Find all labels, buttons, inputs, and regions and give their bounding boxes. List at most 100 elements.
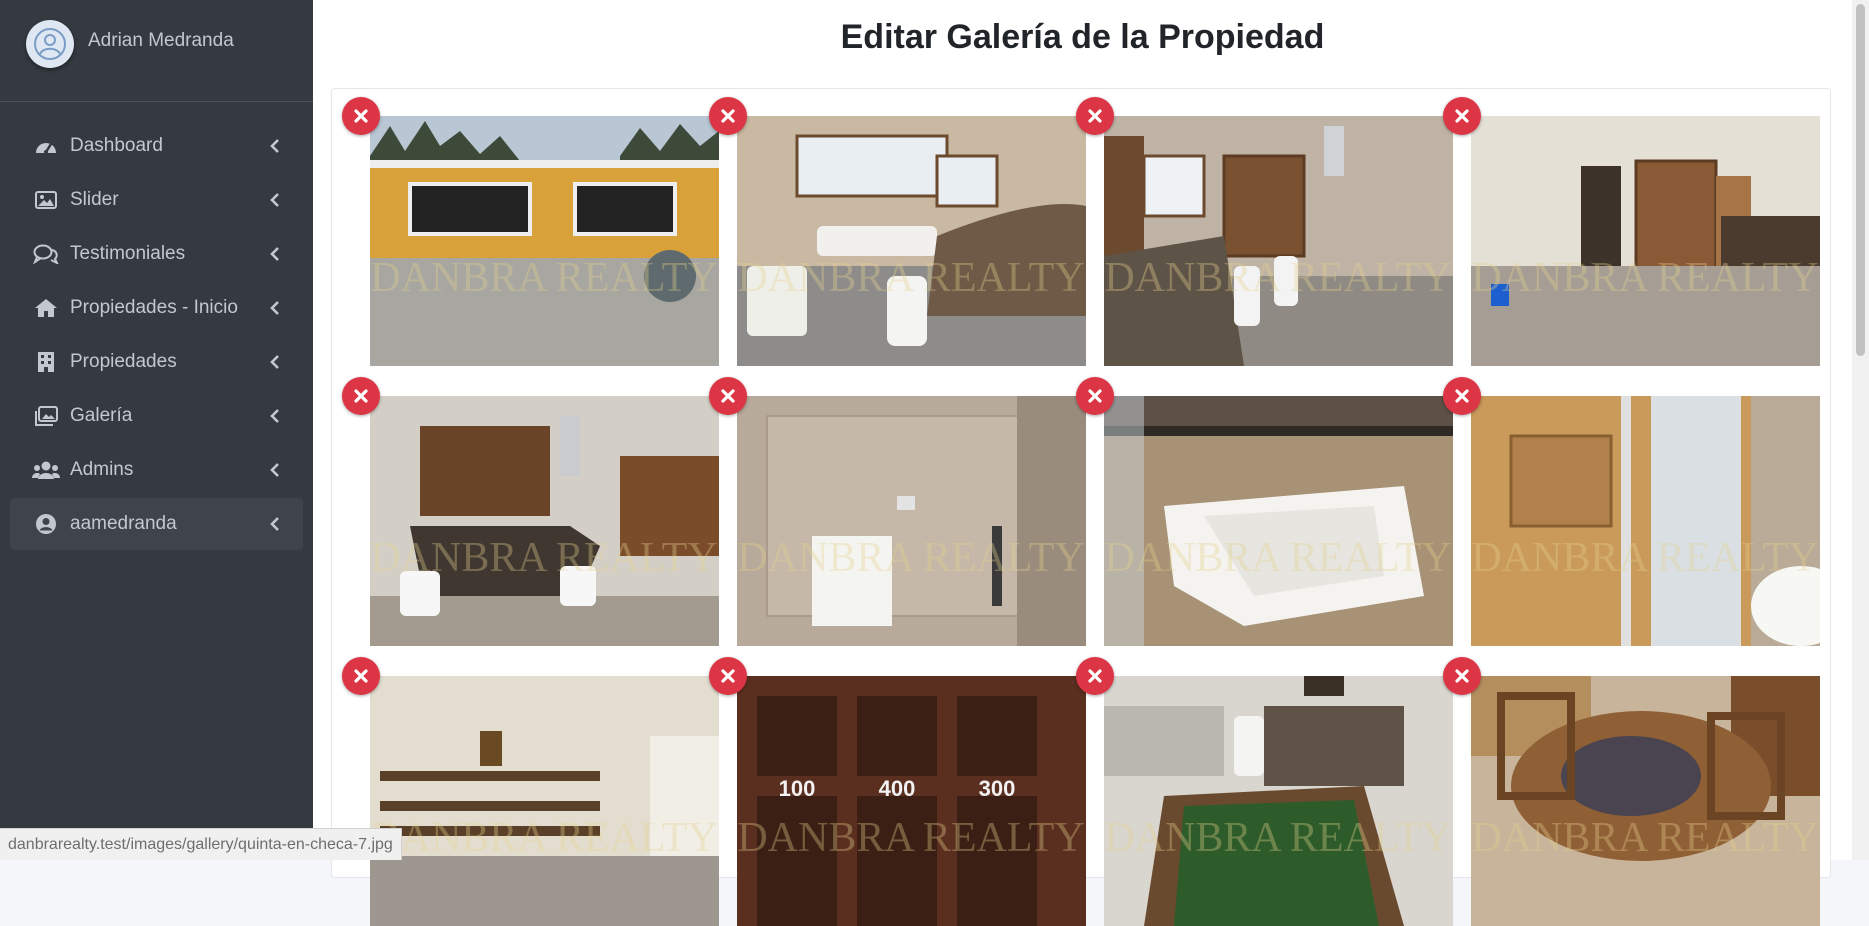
user-avatar-icon	[34, 28, 66, 60]
delete-image-button[interactable]	[1443, 657, 1481, 695]
sidebar-item-propiedades-inicio[interactable]: Propiedades - Inicio	[10, 282, 303, 334]
empty-room-wood-doors: DANBRA REALTY	[1471, 116, 1820, 366]
foosball-bar-area: DANBRA REALTY	[1104, 676, 1453, 926]
gallery-image[interactable]: DANBRA REALTY	[1104, 116, 1453, 366]
delete-image-button[interactable]	[342, 657, 380, 695]
delete-image-button[interactable]	[342, 377, 380, 415]
sidebar-item-label: Testimoniales	[70, 243, 186, 264]
gallery-image[interactable]: DANBRA REALTY	[1471, 396, 1820, 646]
house-exterior-yellow: DANBRA REALTY	[370, 116, 719, 366]
comments-icon	[32, 242, 60, 266]
delete-image-button[interactable]	[709, 377, 747, 415]
sidebar-item-slider[interactable]: Slider	[10, 174, 303, 226]
sidebar-item-label: Propiedades	[70, 351, 177, 372]
user-circle-icon	[32, 512, 60, 536]
sidebar-item-testimoniales[interactable]: Testimoniales	[10, 228, 303, 280]
chevron-left-icon	[270, 409, 279, 423]
sidebar-item-label: Dashboard	[70, 135, 163, 156]
user-avatar[interactable]	[26, 20, 74, 68]
vertical-scrollbar[interactable]	[1852, 0, 1869, 860]
watermark-text: DANBRA REALTY	[1104, 815, 1451, 861]
close-icon	[1088, 109, 1102, 123]
watermark-text: DANBRA REALTY	[737, 535, 1084, 581]
gallery-image[interactable]: DANBRA REALTY	[1104, 396, 1453, 646]
kitchen-bar-stools: DANBRA REALTY	[1104, 116, 1453, 366]
room-shelves-ceiling-fan: DANBRA REALTY	[370, 676, 719, 926]
watermark-text: DANBRA REALTY	[1471, 815, 1818, 861]
chevron-left-icon	[270, 247, 279, 261]
close-icon	[721, 669, 735, 683]
chevron-left-icon	[270, 463, 279, 477]
sidebar-item-label: Galería	[70, 405, 133, 426]
watermark-text: DANBRA REALTY	[1104, 535, 1451, 581]
sidebar-item-label: Propiedades - Inicio	[70, 297, 238, 318]
gallery-image[interactable]: 100 400 300 DANBRA REALTY	[737, 676, 1086, 926]
home-icon	[32, 296, 60, 320]
sidebar-item-label: Admins	[70, 459, 134, 480]
dashboard-gauge-icon	[32, 134, 60, 158]
users-icon	[32, 458, 60, 482]
chevron-left-icon	[270, 193, 279, 207]
laundry-room-sink: DANBRA REALTY	[737, 396, 1086, 646]
sidebar-item-propiedades[interactable]: Propiedades	[10, 336, 303, 388]
chevron-left-icon	[270, 139, 279, 153]
close-icon	[721, 109, 735, 123]
close-icon	[1455, 669, 1469, 683]
watermark-text: DANBRA REALTY	[1471, 535, 1818, 581]
chevron-left-icon	[270, 355, 279, 369]
close-icon	[354, 669, 368, 683]
sidebar-nav: Dashboard Slider Testimoniales Propiedad…	[10, 120, 303, 552]
delete-image-button[interactable]	[1076, 97, 1114, 135]
round-wood-dining-table: DANBRA REALTY	[1471, 676, 1820, 926]
watermark-text: DANBRA REALTY	[737, 255, 1084, 301]
gallery-image[interactable]: DANBRA REALTY	[737, 396, 1086, 646]
gallery-image[interactable]: DANBRA REALTY	[370, 116, 719, 366]
sidebar-item-admins[interactable]: Admins	[10, 444, 303, 496]
delete-image-button[interactable]	[1076, 377, 1114, 415]
living-room-sofas: DANBRA REALTY	[737, 116, 1086, 366]
user-name[interactable]: Adrian Medranda	[88, 30, 234, 52]
close-icon	[721, 389, 735, 403]
watermark-text: DANBRA REALTY	[1104, 255, 1451, 301]
watermark-text: DANBRA REALTY	[737, 815, 1084, 861]
watermark-text: DANBRA REALTY	[370, 255, 717, 301]
wood-cubby-shelves: 100 400 300 DANBRA REALTY	[737, 676, 1086, 926]
delete-image-button[interactable]	[1443, 377, 1481, 415]
close-icon	[1455, 389, 1469, 403]
cubby-label: 300	[979, 776, 1016, 801]
watermark-text: DANBRA REALTY	[370, 535, 717, 581]
page-title: Editar Galería de la Propiedad	[840, 18, 1325, 56]
chevron-left-icon	[270, 517, 279, 531]
sauna-shower: DANBRA REALTY	[1471, 396, 1820, 646]
close-icon	[1088, 389, 1102, 403]
gallery-image[interactable]: DANBRA REALTY	[1471, 116, 1820, 366]
gallery-image[interactable]: DANBRA REALTY	[370, 396, 719, 646]
gallery-image[interactable]: DANBRA REALTY	[1471, 676, 1820, 926]
close-icon	[1455, 109, 1469, 123]
sidebar-item-label: Slider	[70, 189, 119, 210]
scrollbar-thumb[interactable]	[1856, 4, 1865, 356]
sidebar-item-aamedranda[interactable]: aamedranda	[10, 498, 303, 550]
watermark-text: DANBRA REALTY	[1471, 255, 1818, 301]
gallery-image[interactable]: DANBRA REALTY	[1104, 676, 1453, 926]
delete-image-button[interactable]	[709, 657, 747, 695]
watermark-text: DANBRA REALTY	[370, 815, 717, 861]
delete-image-button[interactable]	[709, 97, 747, 135]
cubby-label: 400	[879, 776, 916, 801]
sidebar-item-galeria[interactable]: Galería	[10, 390, 303, 442]
gallery-card: DANBRA REALTY DANBRA REALTY DANBRA REALT…	[331, 88, 1831, 926]
main-content: Editar Galería de la Propiedad DANBRA RE…	[313, 0, 1852, 926]
delete-image-button[interactable]	[1443, 97, 1481, 135]
sidebar-item-dashboard[interactable]: Dashboard	[10, 120, 303, 172]
sidebar-item-label: aamedranda	[70, 513, 177, 534]
status-bar-url: danbrarealty.test/images/gallery/quinta-…	[0, 828, 402, 860]
cubby-label: 100	[779, 776, 816, 801]
gallery-image[interactable]: DANBRA REALTY	[737, 116, 1086, 366]
delete-image-button[interactable]	[1076, 657, 1114, 695]
delete-image-button[interactable]	[342, 97, 380, 135]
close-icon	[354, 389, 368, 403]
building-icon	[32, 350, 60, 374]
gallery-image[interactable]: DANBRA REALTY	[370, 676, 719, 926]
close-icon	[354, 109, 368, 123]
chevron-left-icon	[270, 301, 279, 315]
